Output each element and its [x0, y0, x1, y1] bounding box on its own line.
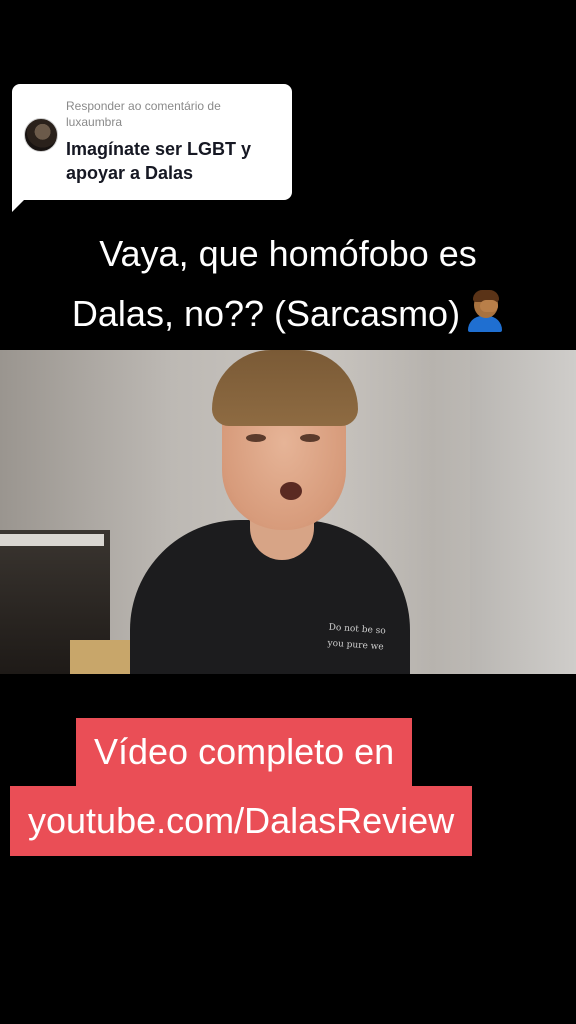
- reply-label: Responder ao comentário de luxaumbra: [66, 99, 221, 129]
- caption-line-1: Vaya, que homófobo es: [99, 233, 477, 274]
- cta-youtube-link[interactable]: youtube.com/DalasReview: [10, 786, 473, 856]
- commenter-avatar[interactable]: [24, 118, 58, 152]
- person-hair: [212, 350, 358, 426]
- cta-line-1: Vídeo completo en: [76, 718, 413, 786]
- shirt-print-text: Do not be so you pure we: [327, 622, 387, 653]
- video-frame[interactable]: Do not be so you pure we: [0, 350, 576, 674]
- reply-comment-text: Imagínate ser LGBT y apoyar a Dalas: [66, 139, 252, 183]
- caption-line-2: Dalas, no?? (Sarcasmo): [20, 284, 556, 344]
- video-caption: Vaya, que homófobo es Dalas, no?? (Sarca…: [20, 224, 556, 344]
- caption-line-2-text: Dalas, no?? (Sarcasmo): [71, 293, 461, 334]
- cardboard-box: [70, 640, 130, 674]
- facepalm-man-icon: [466, 290, 504, 332]
- reply-card-tail: [12, 196, 28, 212]
